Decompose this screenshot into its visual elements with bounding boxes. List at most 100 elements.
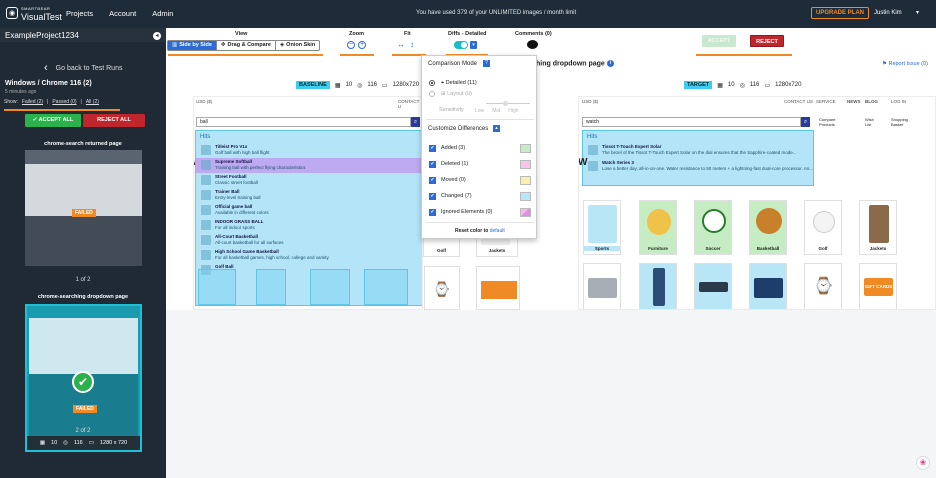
chevron-up-icon[interactable]: ▴ xyxy=(493,125,500,132)
fit-label: Fit xyxy=(404,31,411,37)
deleted-checkbox[interactable]: ✔ xyxy=(429,161,436,168)
project-name: ExampleProject1234 xyxy=(5,31,79,40)
zoom-in-button[interactable]: + xyxy=(358,41,366,49)
back-to-test-runs-link[interactable]: ‹ Go back to Test Runs xyxy=(44,62,122,74)
product-thumbnail xyxy=(588,161,598,171)
comment-icon[interactable] xyxy=(527,40,538,49)
run-pager-2: 2 of 2 xyxy=(75,428,91,434)
fit-height-icon[interactable]: ↕ xyxy=(410,40,414,49)
monitor-icon: ▭ xyxy=(764,82,771,89)
accept-button[interactable]: ACCEPT xyxy=(702,35,736,47)
changed-label: Changed (7) xyxy=(441,193,472,199)
chevron-down-icon[interactable]: ▾ xyxy=(916,9,919,16)
ignored-color-swatch[interactable] xyxy=(520,208,531,217)
help-icon[interactable]: ? xyxy=(483,60,490,67)
reject-all-button[interactable]: REJECT ALL xyxy=(83,114,145,127)
product-image xyxy=(869,205,889,243)
stat-resolution: 1280 x 720 xyxy=(99,440,128,446)
watch-icon: ⌚ xyxy=(809,268,838,306)
collapse-sidebar-icon[interactable]: ◂ xyxy=(153,32,161,40)
logo[interactable]: ◉ SMARTBEAR VisualTest xyxy=(6,5,62,22)
product-label: Jackets xyxy=(488,248,506,253)
reject-button[interactable]: REJECT xyxy=(750,35,784,47)
added-color-swatch[interactable] xyxy=(520,144,531,153)
thumbnail-footer xyxy=(25,216,142,266)
status-badge: FAILED xyxy=(72,209,96,217)
moved-checkbox[interactable]: ✔ xyxy=(429,177,436,184)
run-thumbnail-1[interactable]: FAILED xyxy=(25,150,142,266)
list-item: Supreme Softball Training ball with perfe… xyxy=(196,158,422,173)
page-title: hing dropdown page i xyxy=(536,60,614,67)
report-issue-link[interactable]: ⚑ Report Issue (0) xyxy=(882,61,928,67)
slider-knob[interactable] xyxy=(503,101,508,106)
reset-prefix: Reset color to xyxy=(455,228,489,234)
hit-title: Titleist Pro V1x xyxy=(215,144,248,149)
accept-all-button[interactable]: ✔ ACCEPT ALL xyxy=(25,114,81,127)
zoom-out-button[interactable]: − xyxy=(347,41,355,49)
hit-title: Street Football xyxy=(215,174,247,179)
chevron-down-icon[interactable]: ▾ xyxy=(470,41,477,49)
list-item: Street Football Classic street football xyxy=(196,173,422,188)
logo-big-text: VisualTest xyxy=(21,12,62,22)
product-image xyxy=(754,278,783,298)
sensitivity-slider[interactable] xyxy=(486,101,530,106)
hit-title: High School Game Basketball xyxy=(215,249,279,254)
product-card-sunglasses xyxy=(694,263,732,309)
fit-width-icon[interactable]: ↔ xyxy=(397,40,405,49)
usage-message: You have used 379 of your UNLIMITED imag… xyxy=(416,10,577,16)
product-thumbnail xyxy=(201,220,211,230)
nav-news: NEWS xyxy=(847,99,861,104)
product-image xyxy=(756,208,782,234)
view-side-by-side-button[interactable]: ▥ Side by Side xyxy=(168,41,217,50)
nav-projects[interactable]: Projects xyxy=(66,9,93,18)
product-label: Golf xyxy=(818,246,828,251)
gift-card-image xyxy=(481,281,517,299)
filter-separator-2: | xyxy=(80,99,82,105)
reset-default-link[interactable]: default xyxy=(490,228,505,234)
product-thumbnail xyxy=(201,145,211,155)
hits-title: Hits xyxy=(587,134,598,140)
shopping-basket-link: Shopping Basket xyxy=(891,117,908,127)
target-mini-nav: USD ($) CONTACT US SERVICE NEWS BLOG LOG… xyxy=(579,97,935,107)
nav-admin[interactable]: Admin xyxy=(152,9,173,18)
changed-color-swatch[interactable] xyxy=(520,192,531,201)
info-icon[interactable]: i xyxy=(606,60,614,67)
nav-account[interactable]: Account xyxy=(109,9,136,18)
filter-passed[interactable]: Passed (0) xyxy=(52,99,76,105)
ignored-checkbox[interactable]: ✔ xyxy=(429,209,436,216)
view-drag-compare-button[interactable]: ✥ Drag & Compare xyxy=(217,41,276,50)
product-label: Jackets xyxy=(869,246,887,251)
view-onion-skin-button[interactable]: ◈ Onion Skin xyxy=(276,41,319,50)
filter-failed[interactable]: Failed (2) xyxy=(22,99,43,105)
product-label: Sports xyxy=(584,246,620,251)
diffs-toggle[interactable] xyxy=(454,41,468,49)
status-badge: FAILED xyxy=(73,405,97,413)
moved-color-swatch[interactable] xyxy=(520,176,531,185)
zoom-underline xyxy=(340,54,374,56)
upgrade-plan-button[interactable]: UPGRADE PLAN xyxy=(811,7,870,19)
grid-icon: ▦ xyxy=(39,440,46,446)
baseline-screenshot[interactable]: USD ($) CONTACT U ball ⌕ W Hits Titleist… xyxy=(193,96,423,310)
mode-detailed-radio[interactable] xyxy=(429,80,435,86)
deleted-color-swatch[interactable] xyxy=(520,160,531,169)
page-title-text: hing dropdown page xyxy=(536,60,605,68)
mode-layout-label: ⊞ Layout (0) xyxy=(441,91,472,97)
target-screenshot[interactable]: USD ($) CONTACT US SERVICE NEWS BLOG LOG… xyxy=(578,96,936,310)
view-mode-segmented: ▥ Side by Side ✥ Drag & Compare ◈ Onion Ski… xyxy=(167,40,321,51)
currency-select: USD ($) xyxy=(582,99,599,104)
diff-region xyxy=(310,269,350,305)
changed-checkbox[interactable]: ✔ xyxy=(429,193,436,200)
filter-all[interactable]: All (2) xyxy=(86,99,99,105)
product-thumbnail xyxy=(201,250,211,260)
user-name[interactable]: Justin Kim xyxy=(874,10,902,16)
baseline-resolution: 1280x720 xyxy=(392,82,420,88)
environment-label: Windows / Chrome 116 (2) xyxy=(5,80,92,87)
contact-link: CONTACT U xyxy=(398,99,420,109)
project-header: ExampleProject1234 ◂ xyxy=(0,28,166,42)
reset-color-text: Reset color to default xyxy=(455,228,505,234)
added-checkbox[interactable]: ✔ xyxy=(429,145,436,152)
run-title-2: chrome-searching dropdown page xyxy=(37,294,129,300)
support-chat-icon[interactable]: ❀ xyxy=(916,456,930,470)
mode-layout-radio[interactable] xyxy=(429,91,435,97)
nav-blog: BLOG xyxy=(865,99,878,104)
